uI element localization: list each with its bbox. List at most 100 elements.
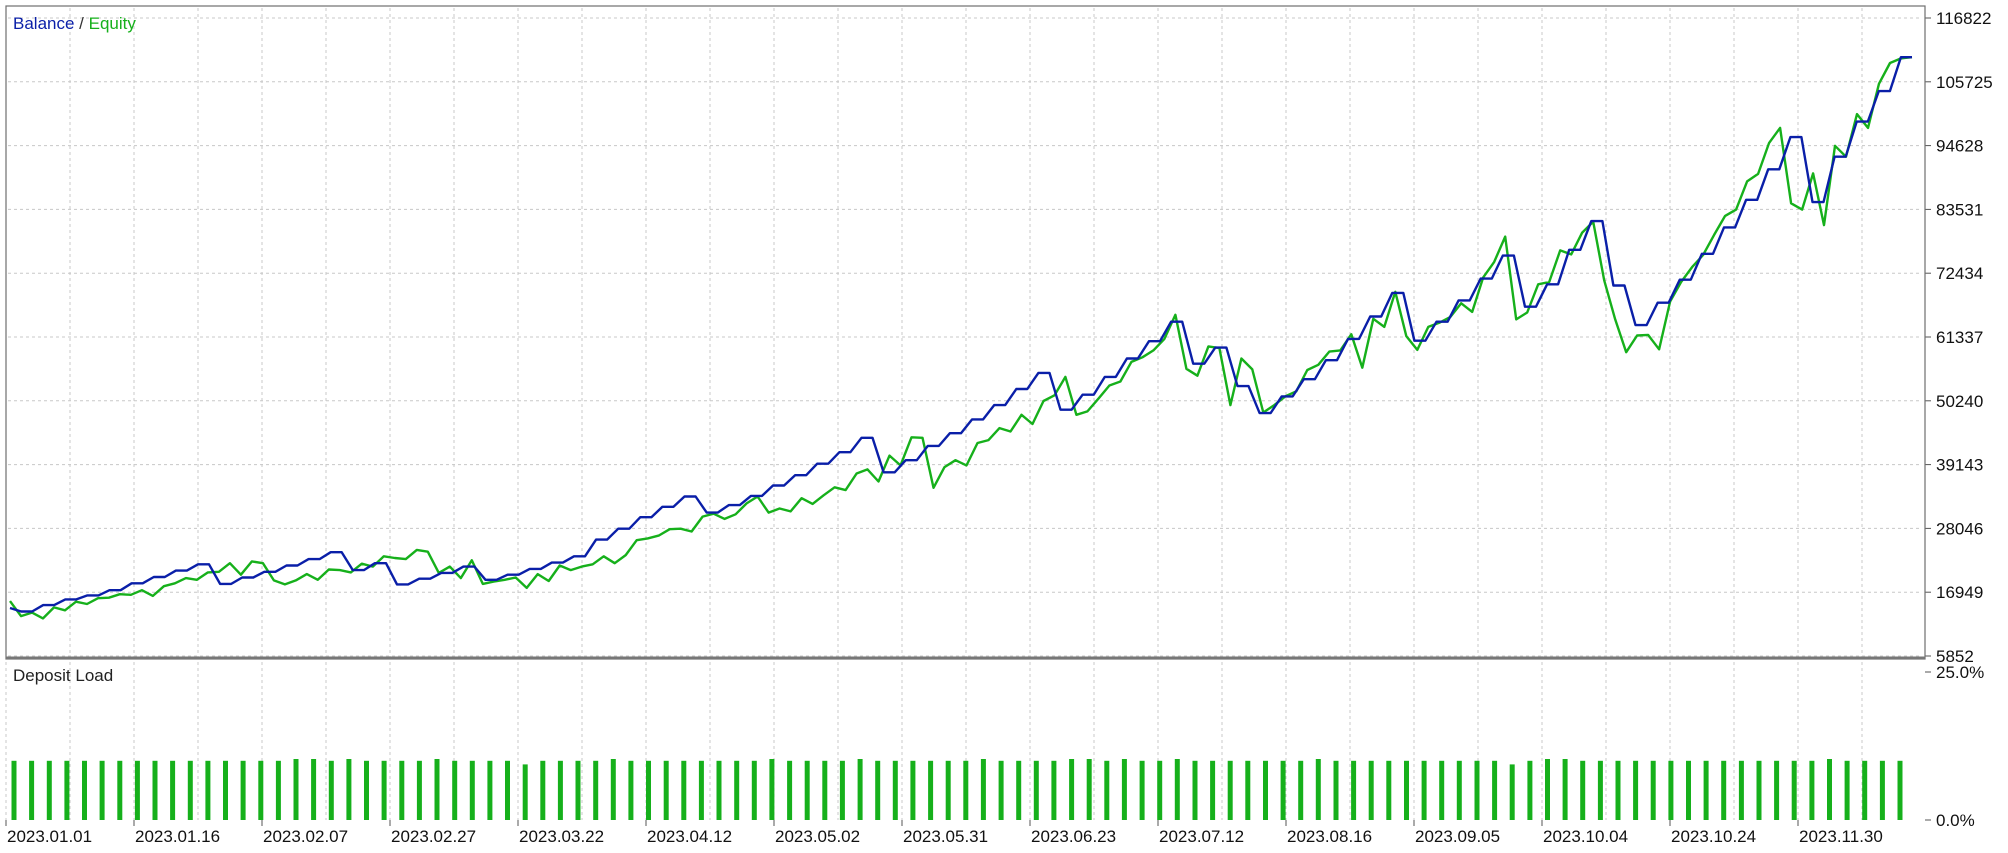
x-tick-label: 2023.05.31 [903, 827, 988, 846]
deposit-load-bar [698, 760, 704, 820]
x-tick-label: 2023.01.01 [7, 827, 92, 846]
deposit-load-bar [1527, 760, 1533, 820]
deposit-load-bar [1809, 760, 1815, 820]
deposit-load-bar [205, 760, 211, 820]
deposit-load-bar [1474, 760, 1480, 820]
deposit-load-bar [681, 760, 687, 820]
deposit-load-bar [928, 760, 934, 820]
deposit-load-bar [1245, 760, 1251, 820]
deposit-load-bar [1791, 760, 1797, 820]
deposit-load-bar [1315, 759, 1321, 820]
deposit-load-bar [1086, 759, 1092, 820]
y-tick-label: 72434 [1936, 264, 1983, 283]
x-tick-label: 2023.08.16 [1287, 827, 1372, 846]
deposit-load-bar [311, 759, 317, 820]
deposit-load-bar [1492, 760, 1498, 820]
chart-canvas: 116822 105725 94628 83531 72434 61337 50240 391… [0, 0, 2008, 848]
x-tick-label: 2023.11.30 [1799, 827, 1883, 846]
y-tick-label: 61337 [1936, 328, 1983, 347]
deposit-load-bar [945, 760, 951, 820]
y-tick-label: 16949 [1936, 583, 1983, 602]
deposit-load-bar [64, 760, 70, 820]
deposit-load-bar [1668, 760, 1674, 820]
x-tick-label: 2023.07.12 [1159, 827, 1244, 846]
deposit-load-bar [998, 760, 1004, 820]
deposit-load-bar [593, 760, 599, 820]
deposit-load-bar [910, 760, 916, 820]
deposit-load-bar [152, 760, 158, 820]
deposit-load-bar [857, 759, 863, 820]
deposit-load-bar [1439, 760, 1445, 820]
x-tick-label: 2023.10.04 [1543, 827, 1628, 846]
deposit-load-bar [1051, 760, 1057, 820]
deposit-load-bar [822, 760, 828, 820]
x-tick-label: 2023.06.23 [1031, 827, 1116, 846]
deposit-load-bar [1404, 760, 1409, 820]
deposit-load-bar [82, 760, 87, 820]
x-tick-label: 2023.05.02 [775, 827, 860, 846]
deposit-load-bar [557, 760, 563, 820]
deposit-load-bar [1756, 760, 1762, 820]
balance-equity-chart-window: 116822 105725 94628 83531 72434 61337 50240 391… [0, 0, 2008, 848]
deposit-load-bar [1263, 760, 1268, 820]
deposit-load-bar [1421, 760, 1427, 820]
deposit-load-bar [469, 760, 475, 820]
deposit-load-bar [434, 759, 440, 820]
x-tick-label: 2023.01.16 [135, 827, 220, 846]
deposit-load-bar [1139, 760, 1145, 820]
deposit-load-bar [1545, 759, 1550, 820]
deposit-load-bar [839, 760, 845, 820]
deposit-load-bar [716, 760, 722, 820]
deposit-load-bar [99, 760, 105, 820]
deposit-load-bar [875, 760, 881, 820]
deposit-load-bar [487, 760, 493, 820]
deposit-load-bar [1192, 760, 1198, 820]
deposit-load-bar [1862, 760, 1868, 820]
deposit-load-bar [1227, 760, 1233, 820]
deposit-load-bar [540, 760, 546, 820]
deposit-load-bar [170, 760, 176, 820]
deposit-load-bar [663, 760, 669, 820]
deposit-load-bar [1333, 760, 1339, 820]
deposit-load-bar [258, 760, 264, 820]
deposit-load-bar [1827, 759, 1832, 820]
legend-equity-label: Equity [89, 14, 137, 33]
deposit-load-bar [1104, 760, 1110, 820]
deposit-load-bar [1844, 760, 1850, 820]
deposit-load-bar [1351, 760, 1357, 820]
deposit-load-bar [1897, 760, 1903, 820]
deposit-load-bar [1121, 759, 1127, 820]
deposit-load-bar [575, 760, 581, 820]
deposit-load-bar [734, 760, 740, 820]
deposit-load-bar [628, 760, 634, 820]
y-tick-label: 105725 [1936, 73, 1993, 92]
deposit-load-bar [610, 759, 616, 820]
y-tick-label: 94628 [1936, 137, 1983, 156]
deposit-load-bar [452, 760, 458, 820]
load-y-tick-label: 25.0% [1936, 663, 1984, 682]
legend: Balance / Equity [13, 14, 136, 33]
load-y-tick-label: 0.0% [1936, 811, 1975, 830]
x-tick-label: 2023.04.12 [647, 827, 732, 846]
deposit-load-bar [1703, 760, 1709, 820]
deposit-load-bar [751, 760, 757, 820]
deposit-load-bar [117, 760, 123, 820]
deposit-load-bar [399, 760, 405, 820]
deposit-load-title: Deposit Load [13, 666, 113, 685]
deposit-load-bar [1774, 760, 1780, 820]
y-tick-label: 39143 [1936, 456, 1983, 475]
legend-balance-label: Balance [13, 14, 74, 33]
deposit-load-bar [892, 760, 898, 820]
deposit-load-bar [1069, 759, 1075, 820]
deposit-load-bar [1368, 760, 1374, 820]
deposit-load-bar [1174, 759, 1180, 820]
deposit-load-bar [11, 760, 17, 820]
x-tick-label: 2023.02.27 [391, 827, 476, 846]
deposit-load-bar [1879, 760, 1885, 820]
deposit-load-bar [1157, 760, 1163, 820]
deposit-load-bar [346, 759, 352, 820]
x-tick-label: 2023.09.05 [1415, 827, 1500, 846]
deposit-load-bar [381, 760, 387, 820]
deposit-load-bar [187, 760, 193, 820]
deposit-load-bar [134, 760, 140, 820]
